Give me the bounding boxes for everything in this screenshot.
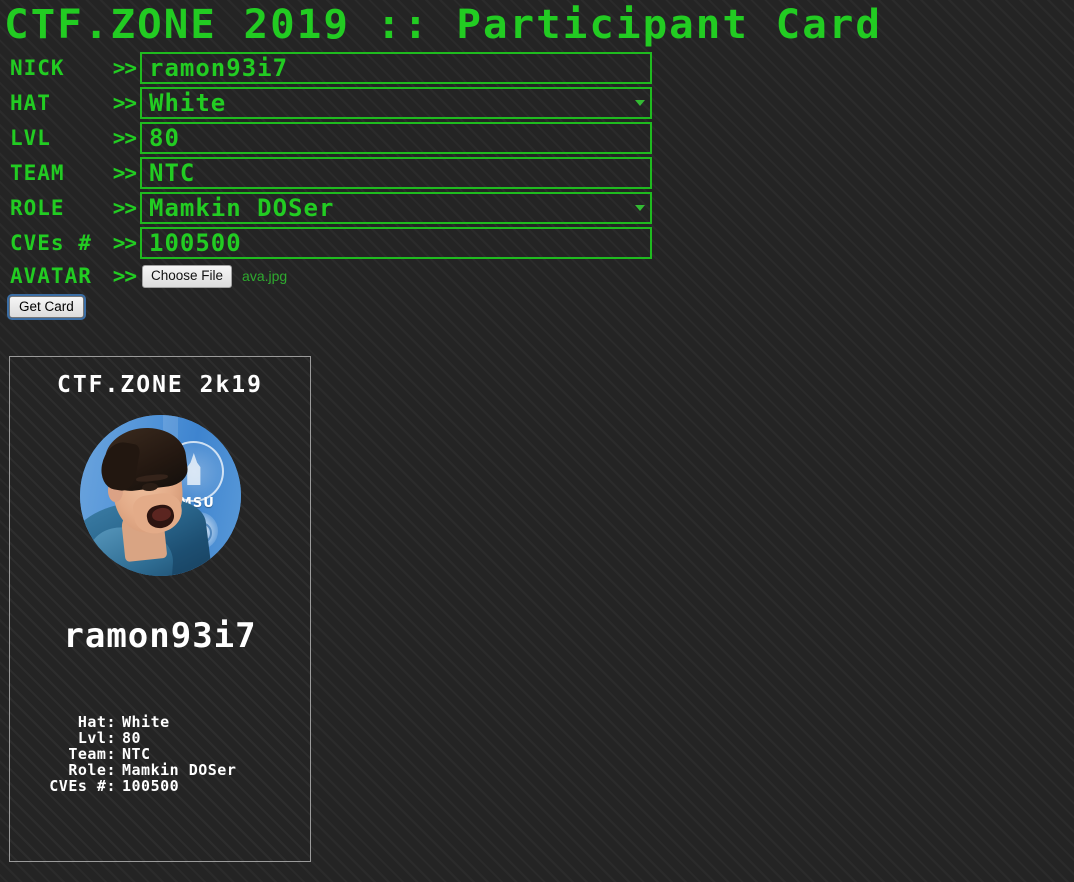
field-label-text-cves: CVEs # bbox=[10, 231, 92, 255]
field-label-cves: CVEs # >> bbox=[0, 231, 140, 255]
hat-select[interactable]: White bbox=[140, 87, 652, 119]
field-row-nick: NICK >> bbox=[0, 52, 1074, 84]
get-card-button[interactable]: Get Card bbox=[7, 294, 86, 320]
role-select[interactable]: Mamkin DOSer bbox=[140, 192, 652, 224]
card-stat-row: Lvl: 80 bbox=[16, 730, 310, 746]
card-stat-key: CVEs #: bbox=[49, 777, 116, 795]
card-header-title: CTF.ZONE 2k19 bbox=[56, 372, 263, 398]
field-label-lvl: LVL >> bbox=[0, 126, 140, 150]
field-row-cves: CVEs # >> bbox=[0, 227, 1074, 259]
field-row-lvl: LVL >> bbox=[0, 122, 1074, 154]
card-stat-key: Team: bbox=[68, 745, 116, 763]
card-stat-key: Role: bbox=[68, 761, 116, 779]
field-row-team: TEAM >> bbox=[0, 157, 1074, 189]
card-stat-value: 80 bbox=[122, 729, 142, 747]
participant-card: CTF.ZONE 2k19 MSU ramon93i7 Hat: White L… bbox=[9, 356, 311, 862]
field-label-text-hat: HAT bbox=[10, 91, 51, 115]
field-label-text-lvl: LVL bbox=[10, 126, 51, 150]
card-stat-row: Role: Mamkin DOSer bbox=[16, 762, 310, 778]
card-stat-key: Hat: bbox=[77, 713, 116, 731]
submit-row: Get Card bbox=[0, 294, 1074, 320]
card-stat-row: CVEs #: 100500 bbox=[16, 778, 310, 794]
card-stat-value: White bbox=[122, 713, 170, 731]
hat-select-wrapper: White bbox=[140, 87, 652, 119]
field-arrows-role: >> bbox=[112, 196, 137, 220]
field-arrows-cves: >> bbox=[112, 231, 137, 255]
team-input[interactable] bbox=[140, 157, 652, 189]
card-stat-value: NTC bbox=[122, 745, 151, 763]
card-stat-value: 100500 bbox=[122, 777, 180, 795]
field-label-text-role: ROLE bbox=[10, 196, 65, 220]
field-label-role: ROLE >> bbox=[0, 196, 140, 220]
card-stat-value: Mamkin DOSer bbox=[122, 761, 237, 779]
field-label-nick: NICK >> bbox=[0, 56, 140, 80]
field-label-team: TEAM >> bbox=[0, 161, 140, 185]
card-stats-list: Hat: White Lvl: 80 Team: NTC Role: Mamki… bbox=[10, 714, 310, 794]
field-row-hat: HAT >> White bbox=[0, 87, 1074, 119]
field-arrows-hat: >> bbox=[112, 91, 137, 115]
nick-input[interactable] bbox=[140, 52, 652, 84]
choose-file-button[interactable]: Choose File bbox=[142, 264, 233, 288]
participant-form: NICK >> HAT >> White LVL >> TEAM >> bbox=[0, 52, 1074, 320]
field-label-avatar: AVATAR >> bbox=[0, 264, 140, 288]
field-arrows-avatar: >> bbox=[112, 264, 137, 288]
field-label-text-nick: NICK bbox=[10, 56, 65, 80]
cves-input[interactable] bbox=[140, 227, 652, 259]
card-stat-row: Hat: White bbox=[16, 714, 310, 730]
field-row-role: ROLE >> Mamkin DOSer bbox=[0, 192, 1074, 224]
card-nickname: ramon93i7 bbox=[63, 616, 257, 656]
field-row-avatar: AVATAR >> Choose File ava.jpg bbox=[0, 262, 1074, 290]
card-stat-row: Team: NTC bbox=[16, 746, 310, 762]
card-stat-key: Lvl: bbox=[77, 729, 116, 747]
lvl-input[interactable] bbox=[140, 122, 652, 154]
page-title: CTF.ZONE 2019 :: Participant Card bbox=[4, 2, 883, 48]
field-label-hat: HAT >> bbox=[0, 91, 140, 115]
field-label-text-avatar: AVATAR bbox=[10, 264, 92, 288]
field-arrows-nick: >> bbox=[112, 56, 137, 80]
field-label-text-team: TEAM bbox=[10, 161, 65, 185]
role-select-wrapper: Mamkin DOSer bbox=[140, 192, 652, 224]
field-arrows-lvl: >> bbox=[112, 126, 137, 150]
selected-file-name: ava.jpg bbox=[242, 268, 288, 284]
card-avatar-wrapper: MSU bbox=[10, 415, 310, 576]
field-arrows-team: >> bbox=[112, 161, 137, 185]
avatar: MSU bbox=[79, 415, 241, 576]
avatar-file-control: Choose File ava.jpg bbox=[140, 264, 288, 288]
